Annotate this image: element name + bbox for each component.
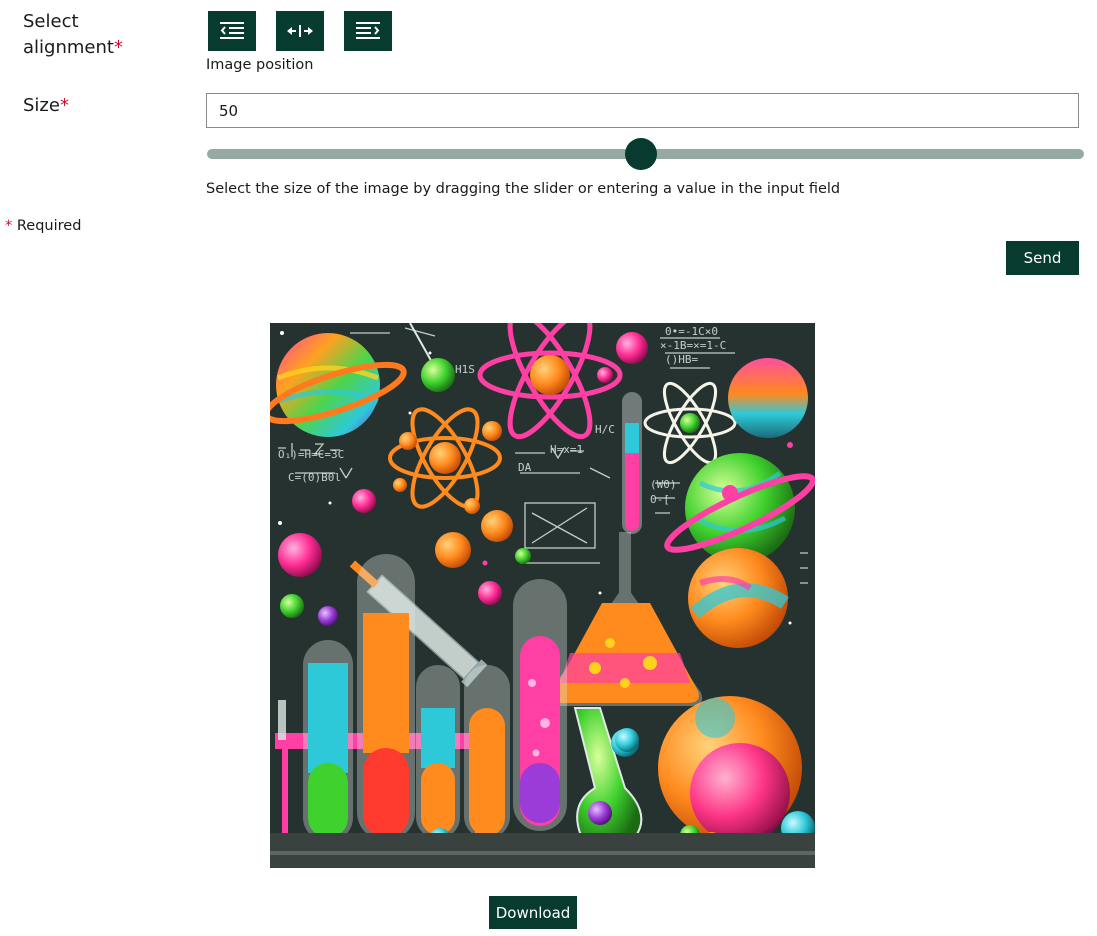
required-asterisk: *: [113, 37, 123, 58]
align-center-icon: [287, 25, 313, 37]
generated-image: O₁)=H=C=3C C=(0)B0l DA H=x=1 H/C 0•=-1C×…: [270, 323, 815, 868]
required-note-text: Required: [16, 218, 82, 234]
alignment-label: Select alignment*: [23, 9, 123, 61]
svg-text:H/C: H/C: [595, 423, 615, 436]
science-illustration: O₁)=H=C=3C C=(0)B0l DA H=x=1 H/C 0•=-1C×…: [270, 323, 815, 868]
align-left-button[interactable]: [208, 11, 256, 51]
alignment-label-line1: Select: [23, 11, 79, 32]
svg-text:×-1B=×=1-C: ×-1B=×=1-C: [660, 339, 726, 352]
svg-text:DA: DA: [518, 461, 532, 474]
svg-text:O₁)=H=C=3C: O₁)=H=C=3C: [278, 448, 344, 461]
size-hint: Select the size of the image by dragging…: [206, 181, 841, 197]
send-button[interactable]: Send: [1006, 241, 1079, 275]
required-note: * Required: [5, 218, 81, 234]
alignment-hint: Image position: [206, 57, 314, 73]
size-label-text: Size: [23, 95, 60, 116]
svg-text:()HB=: ()HB=: [665, 353, 698, 366]
size-input[interactable]: [206, 93, 1079, 128]
align-left-icon: [220, 22, 244, 39]
download-button[interactable]: Download: [489, 896, 577, 929]
svg-text:H=x=1: H=x=1: [550, 443, 583, 456]
svg-text:C=(0)B0l: C=(0)B0l: [288, 471, 341, 484]
align-right-icon: [356, 22, 380, 39]
svg-text:(W0): (W0): [650, 478, 677, 491]
required-note-mark: *: [5, 218, 13, 234]
size-label: Size*: [23, 93, 69, 119]
size-slider-thumb[interactable]: [625, 138, 657, 170]
align-center-button[interactable]: [276, 11, 324, 51]
alignment-label-line2: alignment: [23, 37, 114, 58]
align-right-button[interactable]: [344, 11, 392, 51]
required-asterisk: *: [59, 95, 69, 116]
svg-text:0-[: 0-[: [650, 493, 670, 506]
svg-text:H1S: H1S: [455, 363, 475, 376]
svg-text:0•=-1C×0: 0•=-1C×0: [665, 325, 718, 338]
